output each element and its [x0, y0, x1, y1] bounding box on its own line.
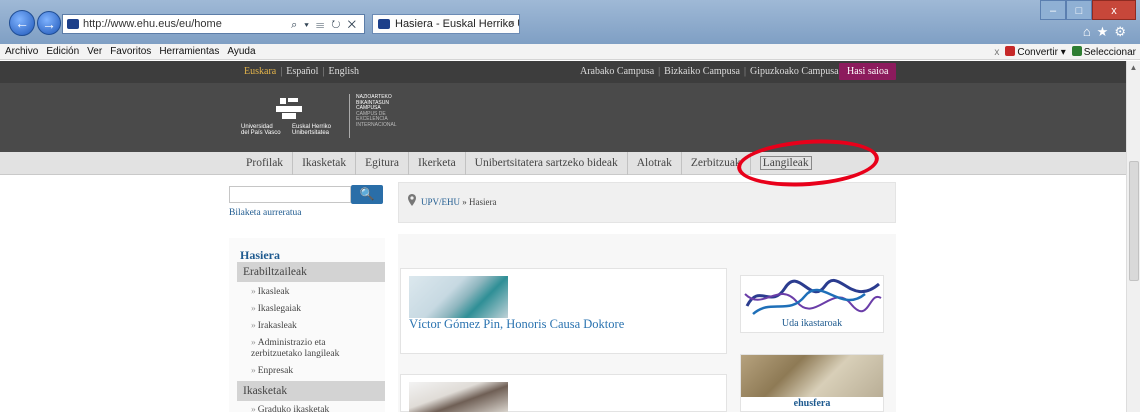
search-input[interactable]: [229, 186, 351, 203]
sidebar-section-users[interactable]: Erabiltzaileak: [237, 262, 385, 282]
sidebar-link-gradua[interactable]: » Graduko ikasketak: [251, 405, 329, 416]
select-button[interactable]: Seleccionar: [1071, 46, 1136, 58]
calligraphy-art-icon: [744, 278, 882, 315]
sidebar-title[interactable]: Hasiera: [240, 248, 280, 263]
nav-ikasketak[interactable]: Ikasketak: [293, 152, 357, 175]
browser-titlebar: ← → http://www.ehu.eus/eu/home ⌕ ▾ ☰ ↻ ✕…: [0, 0, 1140, 44]
scroll-up-icon[interactable]: ▲: [1127, 63, 1140, 72]
back-button[interactable]: ←: [9, 10, 35, 36]
menu-edicion[interactable]: Edición: [46, 46, 79, 57]
logo-text-eu: Euskal Herriko Unibertsitatea: [292, 124, 332, 136]
campus-araba[interactable]: Arabako Campusa: [576, 66, 658, 77]
lang-espanol[interactable]: Español: [282, 66, 322, 77]
sidebar-link-irakasleak[interactable]: » Irakasleak: [251, 321, 297, 332]
sidebar-link-administrazio[interactable]: » Administrazio eta zerbitzuetako langile…: [251, 338, 371, 359]
campus-links: Arabako Campusa | Bizkaiko Campusa | Gip…: [576, 66, 843, 77]
maximize-button[interactable]: □: [1066, 0, 1092, 20]
pdf-icon: [1005, 46, 1016, 56]
tab-close-icon[interactable]: ×: [509, 15, 515, 33]
language-switcher: Euskara | Español | English: [244, 66, 363, 77]
lang-english[interactable]: English: [324, 66, 363, 77]
site-favicon-icon: [67, 19, 79, 29]
forward-button[interactable]: →: [37, 11, 61, 35]
summer-courses-caption[interactable]: Uda ikastaroak: [741, 318, 883, 329]
address-tools-icon[interactable]: ⌕ ▾ ☰ ↻ ✕: [291, 16, 358, 34]
scroll-thumb[interactable]: [1129, 161, 1139, 281]
ehusfera-image[interactable]: [741, 355, 883, 397]
sidebar-link-ikasleak[interactable]: » Ikasleak: [251, 287, 289, 298]
main-navigation: Profilak Ikasketak Egitura Ikerketa Unib…: [0, 152, 1126, 175]
window-controls: – □ x: [1040, 0, 1136, 20]
menu-archivo[interactable]: Archivo: [5, 46, 38, 57]
search-button[interactable]: 🔍: [351, 185, 383, 204]
breadcrumb-trail: UPV/EHU » Hasiera: [421, 197, 497, 207]
vertical-scrollbar[interactable]: ▲: [1126, 61, 1140, 412]
top-bar: Euskara | Español | English Arabako Camp…: [0, 61, 1126, 83]
nav-egitura[interactable]: Egitura: [356, 152, 409, 175]
close-window-button[interactable]: x: [1092, 0, 1136, 20]
featured-news-title[interactable]: Víctor Gómez Pin, Honoris Causa Doktore: [409, 318, 639, 331]
nav-profilak[interactable]: Profilak: [237, 152, 294, 175]
logo-divider: [349, 94, 350, 138]
campus-bizkaia[interactable]: Bizkaiko Campusa: [660, 66, 744, 77]
campus-gipuzkoa[interactable]: Gipuzkoako Campusa: [746, 66, 843, 77]
login-button[interactable]: Hasi saioa: [839, 63, 897, 80]
nav-alotrak[interactable]: Alotrak: [628, 152, 682, 175]
sidebar-link-enpresak[interactable]: » Enpresak: [251, 366, 293, 377]
convert-button[interactable]: Convertir ▾: [1005, 46, 1066, 58]
tab-title: Hasiera - Euskal Herriko Uni...: [395, 18, 519, 30]
campus-excellence-text: NAZIOARTEKO BIKAINTASUN CAMPUSA CAMPUS D…: [356, 94, 397, 128]
menu-herramientas[interactable]: Herramientas: [159, 46, 219, 57]
minimize-button[interactable]: –: [1040, 0, 1066, 20]
news-card-2-image[interactable]: [409, 382, 508, 412]
browser-tab[interactable]: Hasiera - Euskal Herriko Uni... ×: [372, 14, 520, 34]
summer-courses-image[interactable]: [741, 276, 883, 318]
location-pin-icon: [408, 194, 416, 206]
url-text: http://www.ehu.eus/eu/home: [83, 18, 222, 30]
lang-euskara[interactable]: Euskara: [244, 66, 280, 77]
nav-sartzeko-bideak[interactable]: Unibertsitatera sartzeko bideak: [466, 152, 628, 175]
menu-ayuda[interactable]: Ayuda: [227, 46, 255, 57]
home-favorites-settings-icon[interactable]: ⌂★⚙: [1083, 24, 1132, 40]
menu-ver[interactable]: Ver: [87, 46, 102, 57]
advanced-search-link[interactable]: Bilaketa aurreratua: [229, 208, 302, 218]
featured-news-image[interactable]: [409, 276, 508, 318]
ehusfera-caption[interactable]: ehusfera: [741, 398, 883, 409]
nav-ikerketa[interactable]: Ikerketa: [409, 152, 466, 175]
breadcrumb-root-link[interactable]: UPV/EHU: [421, 197, 460, 207]
breadcrumb-separator: »: [462, 197, 467, 207]
tab-favicon-icon: [378, 19, 390, 29]
sidebar-section-studies[interactable]: Ikasketak: [237, 381, 385, 401]
logo-text-es: Universidad del País Vasco: [241, 124, 281, 136]
toolbar-close-icon[interactable]: x: [994, 47, 999, 58]
menu-bar: Archivo Edición Ver Favoritos Herramient…: [0, 44, 1140, 60]
address-bar[interactable]: http://www.ehu.eus/eu/home ⌕ ▾ ☰ ↻ ✕: [62, 14, 365, 34]
ehu-logo-icon: [276, 98, 302, 120]
sidebar-link-ikaslegaiak[interactable]: » Ikaslegaiak: [251, 304, 301, 315]
select-icon: [1071, 46, 1082, 56]
search-icon: 🔍: [359, 187, 375, 201]
menu-favoritos[interactable]: Favoritos: [110, 46, 151, 57]
breadcrumb-current: Hasiera: [469, 197, 497, 207]
